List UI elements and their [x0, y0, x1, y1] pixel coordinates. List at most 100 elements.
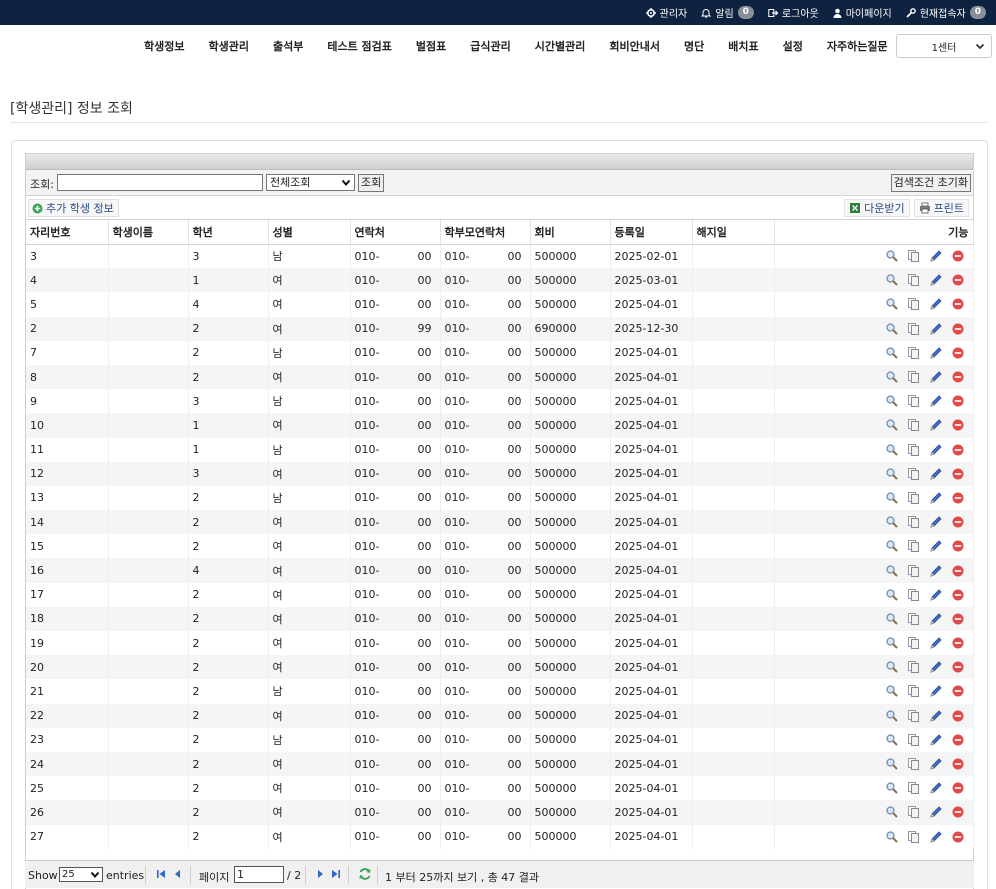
table-row[interactable]: 24 2 여 010- 00 010- 00 500000 2025-04-01 [26, 751, 974, 777]
table-row[interactable]: 13 2 남 010- 00 010- 00 500000 2025-04-01 [26, 485, 974, 511]
search-input[interactable] [57, 174, 263, 191]
copy-icon[interactable] [907, 805, 921, 819]
table-row[interactable]: 5 4 여 010- 00 010- 00 500000 2025-04-01 [26, 292, 974, 317]
table-row[interactable]: 16 4 여 010- 00 010- 00 500000 2025-04-01 [26, 558, 974, 583]
print-button[interactable]: 프린트 [913, 199, 969, 217]
table-row[interactable]: 27 2 여 010- 00 010- 00 500000 2025-04-01 [26, 824, 974, 849]
column-header-3[interactable]: 학년 [188, 220, 269, 245]
copy-icon[interactable] [907, 394, 921, 408]
pencil-icon[interactable] [929, 684, 943, 698]
logout-link[interactable]: 로그아웃 [768, 5, 819, 20]
magnifier-icon[interactable] [885, 805, 899, 819]
pencil-icon[interactable] [929, 588, 943, 602]
pencil-icon[interactable] [929, 564, 943, 578]
magnifier-icon[interactable] [885, 588, 899, 602]
nav-item-1[interactable]: 학생정보 [132, 38, 196, 54]
magnifier-icon[interactable] [885, 684, 899, 698]
delete-icon[interactable] [951, 443, 965, 457]
magnifier-icon[interactable] [885, 467, 899, 481]
table-row[interactable]: 10 1 여 010- 00 010- 00 500000 2025-04-01 [26, 413, 974, 438]
nav-item-6[interactable]: 급식관리 [458, 38, 522, 54]
pencil-icon[interactable] [929, 733, 943, 747]
last-page-icon[interactable] [331, 869, 341, 879]
magnifier-icon[interactable] [885, 757, 899, 771]
magnifier-icon[interactable] [885, 370, 899, 384]
nav-item-5[interactable]: 벌점표 [404, 38, 458, 54]
copy-icon[interactable] [907, 297, 921, 311]
magnifier-icon[interactable] [885, 273, 899, 287]
online-users-link[interactable]: 현재접속자 0 [906, 5, 986, 20]
delete-icon[interactable] [951, 370, 965, 384]
search-button[interactable]: 조회 [358, 174, 385, 192]
delete-icon[interactable] [951, 564, 965, 578]
mypage-link[interactable]: 마이페이지 [833, 5, 892, 20]
copy-icon[interactable] [907, 491, 921, 505]
table-row[interactable]: 8 2 여 010- 00 010- 00 500000 2025-04-01 [26, 364, 974, 390]
magnifier-icon[interactable] [885, 249, 899, 263]
pencil-icon[interactable] [929, 805, 943, 819]
pencil-icon[interactable] [929, 273, 943, 287]
delete-icon[interactable] [951, 684, 965, 698]
magnifier-icon[interactable] [885, 781, 899, 795]
column-header-7[interactable]: 회비 [530, 220, 611, 245]
refresh-icon[interactable] [358, 867, 372, 881]
delete-icon[interactable] [951, 757, 965, 771]
pencil-icon[interactable] [929, 709, 943, 723]
delete-icon[interactable] [951, 660, 965, 674]
nav-item-7[interactable]: 시간별관리 [523, 38, 598, 54]
column-header-10[interactable]: 기능 [774, 220, 974, 245]
entries-select[interactable]: 25 [59, 867, 103, 882]
copy-icon[interactable] [907, 636, 921, 650]
pencil-icon[interactable] [929, 491, 943, 505]
prev-page-icon[interactable] [173, 869, 183, 879]
magnifier-icon[interactable] [885, 612, 899, 626]
delete-icon[interactable] [951, 273, 965, 287]
pencil-icon[interactable] [929, 515, 943, 529]
pencil-icon[interactable] [929, 346, 943, 360]
pencil-icon[interactable] [929, 612, 943, 626]
delete-icon[interactable] [951, 830, 965, 844]
copy-icon[interactable] [907, 757, 921, 771]
delete-icon[interactable] [951, 612, 965, 626]
copy-icon[interactable] [907, 539, 921, 553]
column-header-9[interactable]: 해지일 [692, 220, 775, 245]
table-row[interactable]: 3 3 남 010- 00 010- 00 500000 2025-02-01 [26, 244, 974, 269]
pencil-icon[interactable] [929, 322, 943, 336]
magnifier-icon[interactable] [885, 830, 899, 844]
delete-icon[interactable] [951, 418, 965, 432]
magnifier-icon[interactable] [885, 491, 899, 505]
add-student-button[interactable]: 추가 학생 정보 [28, 199, 119, 217]
table-row[interactable]: 20 2 여 010- 00 010- 00 500000 2025-04-01 [26, 655, 974, 680]
magnifier-icon[interactable] [885, 539, 899, 553]
table-row[interactable]: 2 2 여 010- 99 010- 00 690000 2025-12-30 [26, 316, 974, 341]
copy-icon[interactable] [907, 346, 921, 360]
copy-icon[interactable] [907, 830, 921, 844]
nav-item-2[interactable]: 학생관리 [196, 38, 260, 54]
magnifier-icon[interactable] [885, 733, 899, 747]
pencil-icon[interactable] [929, 539, 943, 553]
reset-search-button[interactable]: 검색조건 초기화 [890, 174, 971, 192]
page-number-input[interactable]: 1 [234, 866, 284, 883]
table-row[interactable]: 22 2 여 010- 00 010- 00 500000 2025-04-01 [26, 703, 974, 728]
magnifier-icon[interactable] [885, 346, 899, 360]
pencil-icon[interactable] [929, 757, 943, 771]
pencil-icon[interactable] [929, 370, 943, 384]
delete-icon[interactable] [951, 588, 965, 602]
pencil-icon[interactable] [929, 660, 943, 674]
copy-icon[interactable] [907, 249, 921, 263]
copy-icon[interactable] [907, 684, 921, 698]
copy-icon[interactable] [907, 709, 921, 723]
pencil-icon[interactable] [929, 636, 943, 650]
delete-icon[interactable] [951, 346, 965, 360]
delete-icon[interactable] [951, 539, 965, 553]
table-row[interactable]: 26 2 여 010- 00 010- 00 500000 2025-04-01 [26, 800, 974, 825]
nav-item-11[interactable]: 설정 [771, 38, 815, 54]
copy-icon[interactable] [907, 564, 921, 578]
copy-icon[interactable] [907, 370, 921, 384]
magnifier-icon[interactable] [885, 709, 899, 723]
table-row[interactable]: 12 3 여 010- 00 010- 00 500000 2025-04-01 [26, 461, 974, 486]
table-row[interactable]: 21 2 남 010- 00 010- 00 500000 2025-04-01 [26, 679, 974, 704]
table-row[interactable]: 9 3 남 010- 00 010- 00 500000 2025-04-01 [26, 389, 974, 414]
delete-icon[interactable] [951, 781, 965, 795]
pencil-icon[interactable] [929, 830, 943, 844]
